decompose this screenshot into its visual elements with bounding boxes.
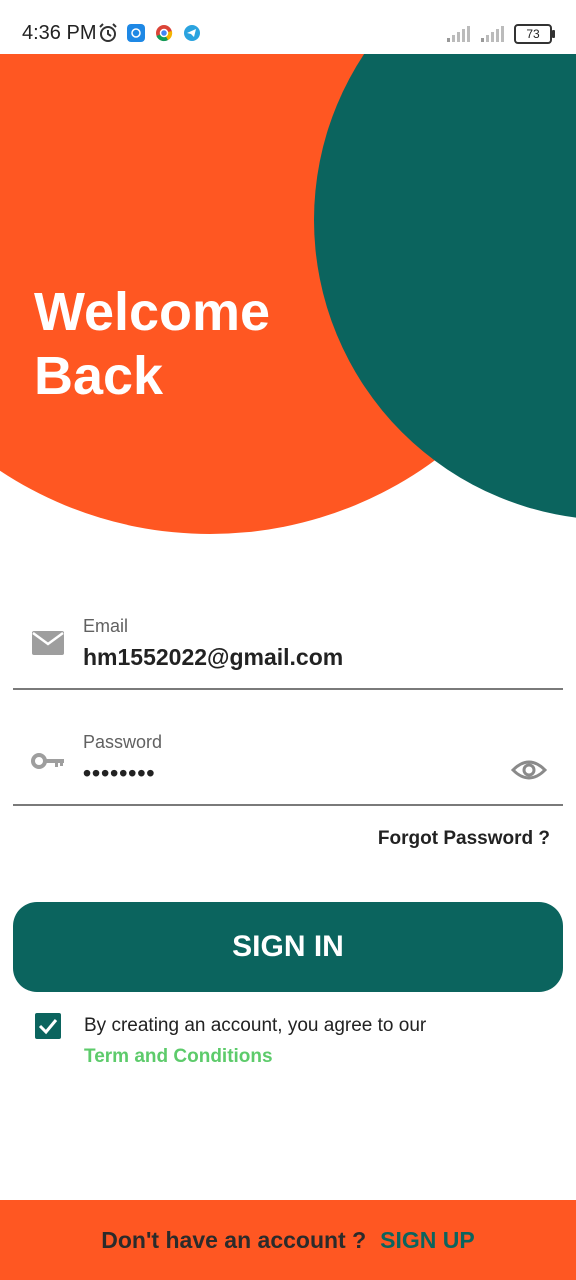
signal-icon [481,26,504,42]
welcome-title: Welcome Back [34,280,334,408]
terms-text: By creating an account, you agree to our [84,1015,427,1036]
password-field[interactable]: Password •••••••• [13,726,563,806]
email-field[interactable]: Email hm1552022@gmail.com [13,610,563,690]
signal-icon [447,26,470,42]
footer: Don't have an account ? SIGN UP [0,1200,576,1280]
status-notification-icons [98,23,202,43]
chrome-icon [156,25,173,42]
header: Welcome Back [0,54,576,554]
email-input[interactable]: hm1552022@gmail.com [83,644,343,671]
signup-prompt: Don't have an account ? [101,1226,367,1253]
check-icon [38,1019,58,1035]
telegram-icon [184,25,200,41]
status-system-icons: 73 [446,24,555,44]
sign-in-button[interactable]: SIGN IN [13,902,563,992]
status-bar: 4:36 PM 73 [0,0,576,54]
app-icon [127,24,145,42]
email-label: Email [83,616,129,636]
sign-up-link[interactable]: SIGN UP [380,1227,475,1254]
battery-icon: 73 [514,24,555,44]
terms-link[interactable]: Term and Conditions [84,1046,273,1068]
terms-checkbox[interactable] [35,1013,61,1039]
password-label: Password [83,732,163,752]
welcome-line-1: Welcome [34,282,271,342]
status-time: 4:36 PM [22,22,97,44]
forgot-password-link[interactable]: Forgot Password ? [378,828,550,850]
password-input[interactable]: •••••••• [83,760,155,787]
key-icon [31,753,64,769]
welcome-line-2: Back [34,346,164,406]
mail-icon [32,631,64,655]
alarm-icon [99,23,117,42]
eye-icon[interactable] [511,758,547,782]
